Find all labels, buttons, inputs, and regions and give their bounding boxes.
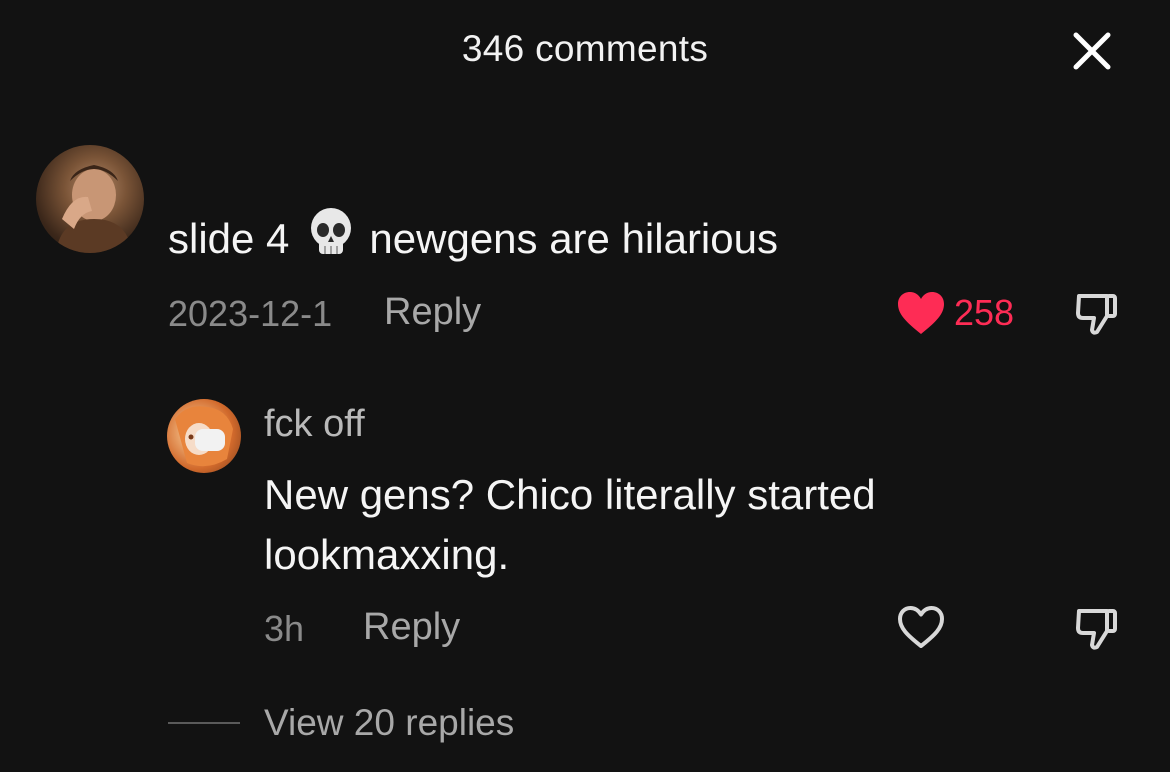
skull-emoji-icon bbox=[307, 206, 355, 270]
reply-like-button[interactable] bbox=[896, 604, 946, 655]
thumbs-down-icon bbox=[1076, 294, 1117, 335]
comment-text: slide 4 newgens are hilarious bbox=[168, 208, 778, 274]
reply-reply-button[interactable]: Reply bbox=[363, 606, 460, 649]
avatar-image bbox=[175, 406, 233, 467]
commenter-avatar[interactable] bbox=[36, 145, 144, 253]
close-button[interactable] bbox=[1066, 25, 1118, 77]
avatar-image bbox=[56, 165, 132, 253]
reply-text: New gens? Chico literally started lookma… bbox=[264, 471, 876, 578]
heart-outline-icon bbox=[898, 606, 944, 648]
heart-filled-icon bbox=[898, 292, 944, 334]
comment-text-part-2: newgens are hilarious bbox=[369, 215, 778, 263]
reply-button[interactable]: Reply bbox=[384, 291, 481, 334]
replies-divider bbox=[168, 722, 240, 724]
dislike-button[interactable] bbox=[1073, 290, 1121, 343]
reply-time: 3h bbox=[264, 608, 305, 649]
close-icon bbox=[1073, 32, 1111, 70]
view-replies-button[interactable]: View 20 replies bbox=[264, 702, 514, 744]
like-count: 258 bbox=[954, 292, 1015, 333]
reply-avatar[interactable] bbox=[167, 399, 241, 473]
thumbs-down-icon bbox=[1076, 609, 1117, 650]
comment-text-part-1: slide 4 bbox=[168, 215, 290, 263]
reply-dislike-button[interactable] bbox=[1073, 605, 1121, 658]
comments-count-title: 346 comments bbox=[461, 28, 709, 69]
like-button[interactable]: 258 bbox=[896, 288, 1014, 338]
reply-username[interactable]: fck off bbox=[264, 403, 365, 446]
comment-date: 2023-12-1 bbox=[168, 293, 333, 334]
